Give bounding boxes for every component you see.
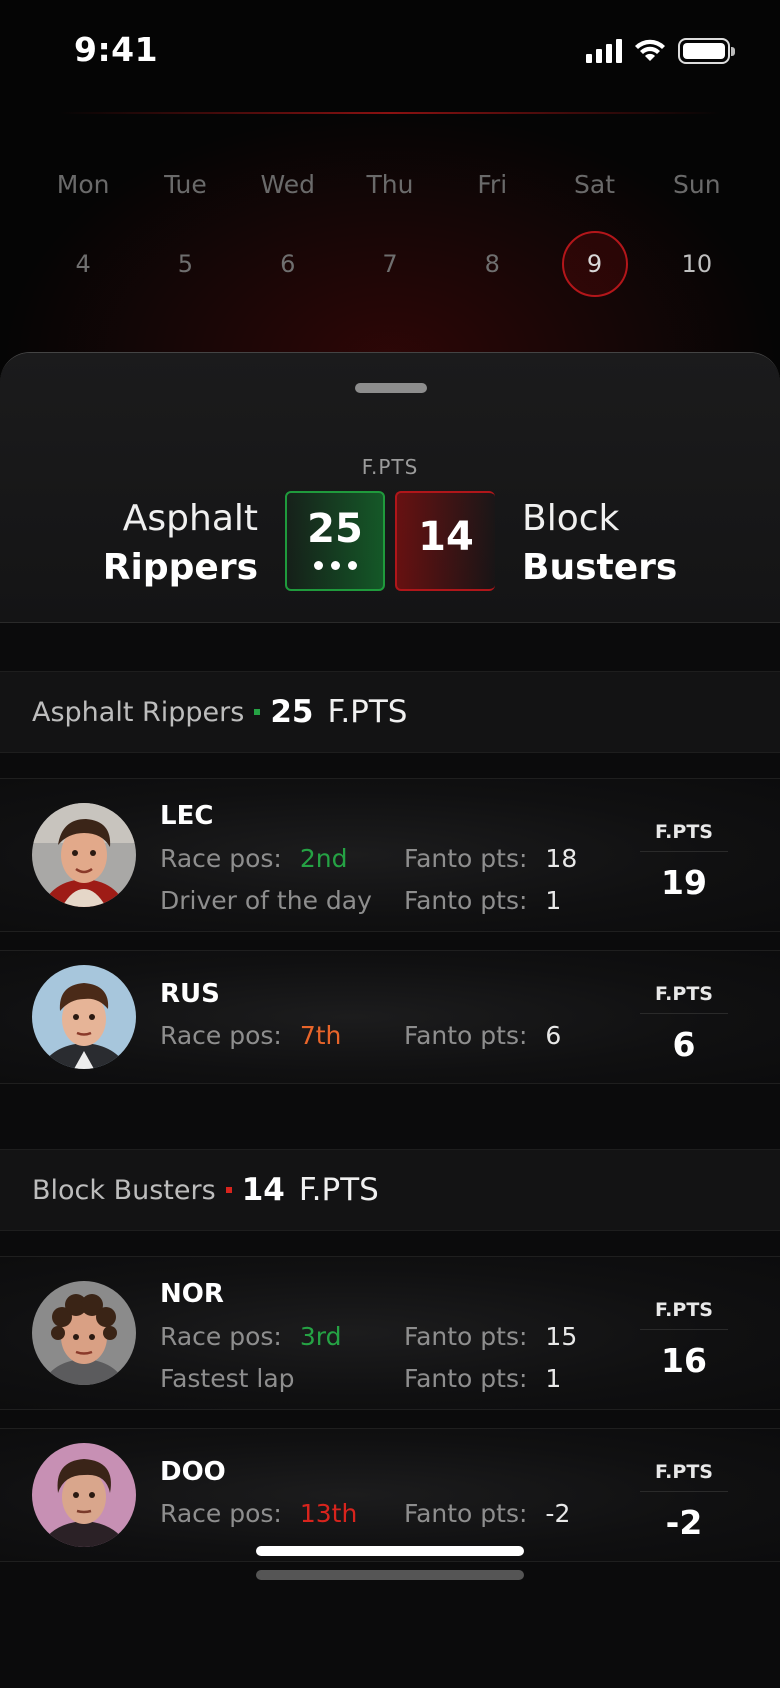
home-team-name-line2: Rippers	[102, 547, 258, 588]
weekday-label: Sun	[673, 170, 721, 199]
weekday-row: Mon Tue Wed Thu Fri Sat Sun	[32, 170, 748, 199]
fanto-pts-label: Fanto pts:	[404, 886, 528, 915]
team-section-header: Block Busters 14 F.PTS	[0, 1149, 780, 1231]
bonus-line: Driver of the day Fanto pts: 1	[160, 886, 561, 915]
race-pos-label: Race pos:	[160, 1322, 282, 1351]
more-dots-icon[interactable]	[287, 561, 383, 570]
race-pos-value: 3rd	[299, 1322, 342, 1351]
sheet-drag-handle[interactable]	[355, 383, 427, 393]
status-icons	[586, 38, 735, 64]
driver-fpts: 6	[672, 1025, 696, 1064]
weekday-label: Wed	[260, 170, 315, 199]
home-score: 25	[307, 506, 363, 552]
battery-icon	[678, 38, 735, 64]
weekday-label: Tue	[164, 170, 207, 199]
fanto-pts-value: 18	[545, 844, 578, 873]
weekday-label: Thu	[366, 170, 414, 199]
weekday-label: Mon	[56, 170, 110, 199]
team-color-dot	[254, 709, 261, 715]
team-section-header: Asphalt Rippers 25 F.PTS	[0, 671, 780, 753]
status-bar: 9:41	[0, 0, 780, 100]
team-points-unit: F.PTS	[327, 694, 408, 730]
fanto-pts-label: Fanto pts:	[404, 1364, 528, 1393]
date-10[interactable]: 10	[646, 250, 748, 278]
date-7[interactable]: 7	[339, 250, 441, 278]
weekday-label: Sat	[574, 170, 616, 199]
driver-row[interactable]: NOR Race pos: 3rd Fanto pts: 15 Fastest la…	[0, 1256, 780, 1410]
bonus-label: Fastest lap	[160, 1364, 295, 1393]
status-time: 9:41	[74, 30, 159, 69]
fanto-pts-label: Fanto pts:	[404, 844, 528, 873]
match-header: F.PTS Asphalt Rippers 25 14 Block Buster…	[0, 353, 780, 623]
date-5[interactable]: 5	[134, 250, 236, 278]
race-pos-value: 7th	[299, 1021, 342, 1050]
driver-row[interactable]: DOO Race pos: 13th Fanto pts: -2 F.PTS -2	[0, 1428, 780, 1562]
fpts-label: F.PTS	[361, 455, 419, 479]
driver-fpts: 16	[661, 1341, 707, 1380]
driver-avatar	[32, 965, 136, 1069]
bonus-line: Fastest lap Fanto pts: 1	[160, 1364, 561, 1393]
driver-fpts: -2	[665, 1503, 703, 1542]
driver-code: NOR	[160, 1279, 224, 1309]
cellular-signal-icon	[586, 39, 622, 63]
wifi-icon	[635, 39, 665, 61]
away-score-box: 14	[395, 491, 495, 591]
date-8[interactable]: 8	[441, 250, 543, 278]
date-9-selected[interactable]: 9	[543, 250, 645, 278]
driver-avatar	[32, 803, 136, 907]
driver-avatar	[32, 1281, 136, 1385]
fpts-label: F.PTS	[640, 1299, 728, 1330]
race-pos-label: Race pos:	[160, 844, 282, 873]
home-team-name-line1: Asphalt	[122, 498, 258, 539]
home-indicator[interactable]	[256, 1546, 524, 1556]
home-score-box: 25	[285, 491, 385, 591]
driver-code: LEC	[160, 801, 214, 831]
date-6[interactable]: 6	[237, 250, 339, 278]
fpts-label: F.PTS	[640, 821, 728, 852]
fanto-pts-label: Fanto pts:	[404, 1322, 528, 1351]
driver-row[interactable]: LEC Race pos: 2nd Fanto pts: 18 Driver of …	[0, 778, 780, 932]
race-line: Race pos: 2nd Fanto pts: 18	[160, 844, 577, 873]
driver-row[interactable]: RUS Race pos: 7th Fanto pts: 6 F.PTS 6	[0, 950, 780, 1084]
week-calendar: Mon Tue Wed Thu Fri Sat Sun 4 5 6 7 8 9 …	[0, 110, 780, 360]
fanto-pts-value: 1	[545, 886, 562, 915]
race-pos-value: 2nd	[299, 844, 348, 873]
weekday-label: Fri	[477, 170, 508, 199]
driver-code: DOO	[160, 1457, 226, 1487]
away-score: 14	[418, 514, 474, 560]
race-line: Race pos: 13th Fanto pts: -2	[160, 1499, 570, 1528]
bonus-label: Driver of the day	[160, 886, 372, 915]
away-team-name-line1: Block	[522, 498, 620, 539]
driver-fpts: 19	[661, 863, 707, 902]
race-line: Race pos: 7th Fanto pts: 6	[160, 1021, 561, 1050]
fanto-pts-label: Fanto pts:	[404, 1021, 528, 1050]
team-points-unit: F.PTS	[298, 1172, 379, 1208]
home-team-name[interactable]: Asphalt Rippers	[103, 495, 258, 593]
race-pos-label: Race pos:	[160, 1021, 282, 1050]
race-pos-value: 13th	[299, 1499, 358, 1528]
team-name: Asphalt Rippers	[32, 696, 245, 728]
team-points: 14	[241, 1172, 285, 1208]
date-row: 4 5 6 7 8 9 10	[32, 250, 748, 278]
fanto-pts-value: 1	[545, 1364, 562, 1393]
away-team-name-line2: Busters	[522, 547, 678, 588]
team-name: Block Busters	[32, 1174, 216, 1206]
fpts-label: F.PTS	[640, 983, 728, 1014]
selected-date-label: 9	[586, 250, 603, 278]
fanto-pts-value: -2	[545, 1499, 571, 1528]
away-team-name[interactable]: Block Busters	[522, 495, 677, 593]
race-pos-label: Race pos:	[160, 1499, 282, 1528]
fanto-pts-label: Fanto pts:	[404, 1499, 528, 1528]
date-4[interactable]: 4	[32, 250, 134, 278]
fanto-pts-value: 15	[545, 1322, 578, 1351]
race-line: Race pos: 3rd Fanto pts: 15	[160, 1322, 577, 1351]
driver-avatar	[32, 1443, 136, 1547]
driver-code: RUS	[160, 979, 220, 1009]
team-points: 25	[270, 694, 314, 730]
team-color-dot	[225, 1187, 232, 1193]
fanto-pts-value: 6	[545, 1021, 562, 1050]
fpts-label: F.PTS	[640, 1461, 728, 1492]
home-indicator-shadow	[256, 1570, 524, 1580]
